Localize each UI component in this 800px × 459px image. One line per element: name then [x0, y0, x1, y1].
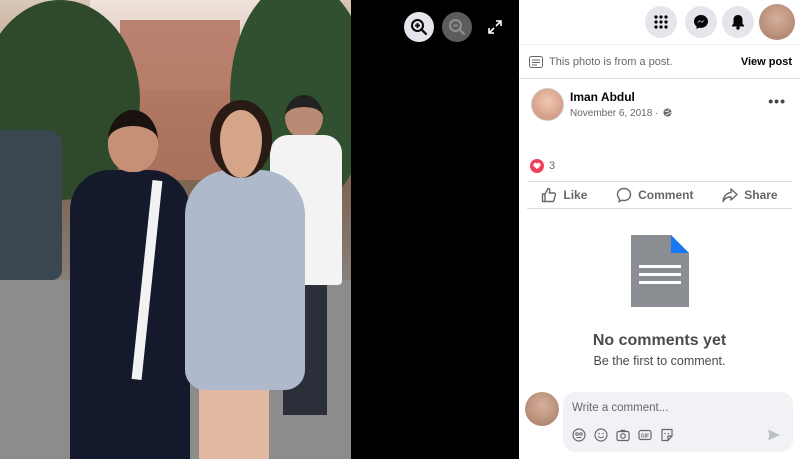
messenger-icon	[694, 15, 708, 29]
expand-icon	[488, 20, 502, 34]
post-notice: This photo is from a post. View post	[519, 44, 800, 79]
view-post-link[interactable]: View post	[741, 56, 792, 68]
camera-icon[interactable]	[616, 428, 630, 442]
like-button[interactable]: Like	[541, 187, 587, 203]
thumbs-up-icon	[542, 187, 557, 203]
share-label: Share	[744, 188, 778, 202]
post-photo	[0, 0, 351, 459]
author-name[interactable]: Iman Abdul	[570, 90, 635, 104]
sticker-icon[interactable]	[660, 428, 674, 442]
empty-subtitle: Be the first to comment.	[593, 354, 726, 368]
post-notice-text: This photo is from a post.	[549, 55, 673, 68]
bell-icon	[732, 15, 744, 30]
svg-text:GIF: GIF	[641, 433, 649, 439]
account-avatar[interactable]	[759, 4, 795, 40]
reaction-count[interactable]: 3	[549, 160, 555, 172]
comment-placeholder[interactable]: Write a comment...	[572, 402, 668, 414]
comment-icon	[616, 187, 632, 203]
comment-button[interactable]: Comment	[616, 187, 693, 203]
share-icon	[722, 188, 738, 203]
menu-button[interactable]	[645, 6, 677, 38]
comment-composer: Write a comment... GIF	[525, 390, 795, 452]
comment-label: Comment	[638, 188, 694, 202]
gif-icon[interactable]: GIF	[638, 428, 652, 442]
empty-title: No comments yet	[592, 332, 727, 349]
document-icon	[630, 235, 689, 307]
zoom-out-icon	[449, 19, 466, 36]
notifications-button[interactable]	[722, 6, 754, 38]
top-bar	[519, 0, 800, 44]
comment-input[interactable]: Write a comment... GIF	[563, 392, 793, 452]
globe-icon	[663, 108, 672, 117]
more-options-button[interactable]: •••	[768, 93, 786, 109]
current-user-avatar	[525, 392, 559, 426]
heart-icon	[530, 159, 544, 173]
messenger-button[interactable]	[685, 6, 717, 38]
empty-comments-state: No comments yet Be the first to comment.	[519, 235, 800, 368]
post-notice-icon	[529, 55, 543, 68]
post-author-header: Iman Abdul November 6, 2018 · •••	[519, 79, 800, 145]
send-icon[interactable]	[767, 428, 781, 442]
post-side-panel: This photo is from a post. View post Ima…	[519, 0, 800, 459]
composer-tools: GIF	[572, 428, 674, 442]
avatar-sticker-icon[interactable]	[572, 428, 586, 442]
zoom-in-button[interactable]	[404, 12, 434, 42]
emoji-icon[interactable]	[594, 428, 608, 442]
fullscreen-button[interactable]	[482, 14, 508, 40]
zoom-in-icon	[411, 19, 428, 36]
post-date[interactable]: November 6, 2018 ·	[570, 108, 672, 119]
grid-menu-icon	[654, 15, 668, 29]
zoom-out-button[interactable]	[442, 12, 472, 42]
like-label: Like	[563, 188, 588, 202]
photo-viewer	[0, 0, 519, 459]
share-button[interactable]: Share	[722, 187, 778, 203]
post-actions-bar: Like Comment Share	[527, 181, 792, 209]
author-avatar[interactable]	[531, 88, 564, 121]
